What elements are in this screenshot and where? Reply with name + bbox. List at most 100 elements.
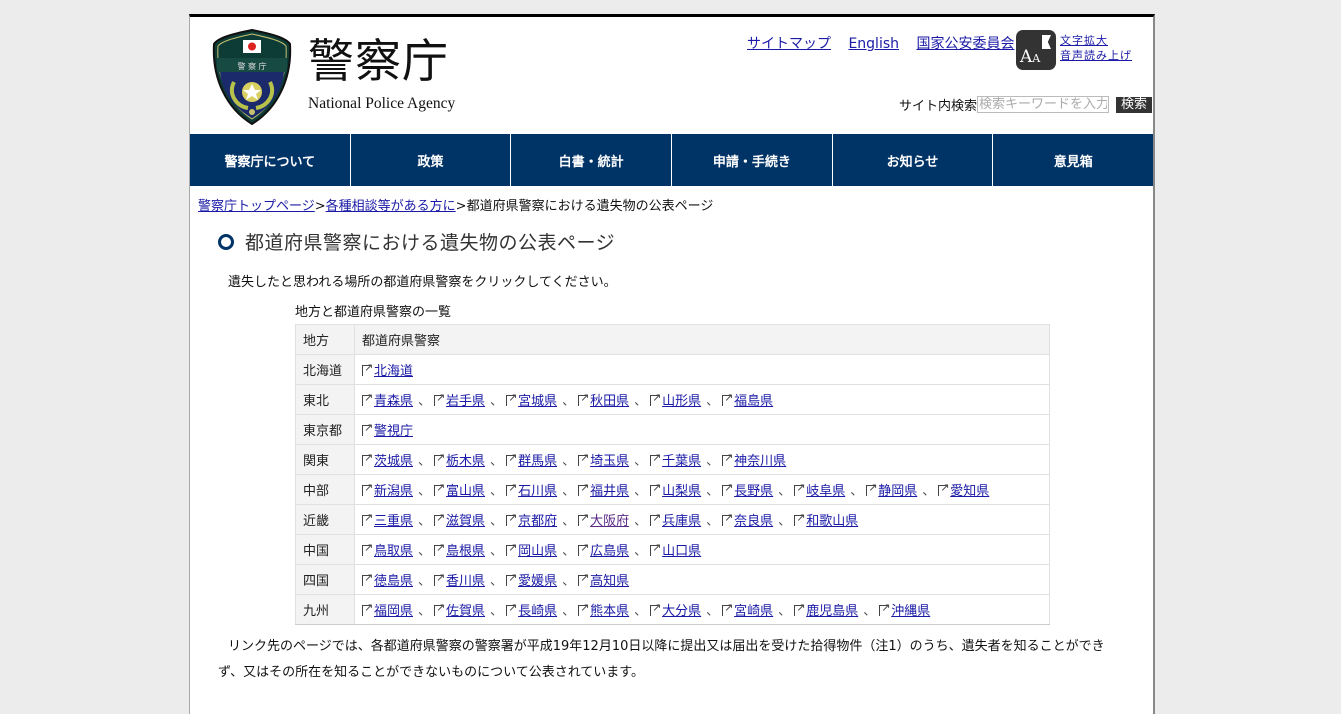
breadcrumb-separator: >: [455, 199, 467, 214]
prefecture-link[interactable]: 岐阜県: [806, 484, 845, 499]
nav-policy[interactable]: 政策: [351, 134, 512, 186]
list-separator: 、: [562, 514, 576, 529]
list-separator: 、: [634, 484, 648, 499]
circle-bullet-icon: [218, 233, 234, 250]
region-cell: 東京都: [295, 414, 355, 445]
external-link-icon: [578, 601, 589, 616]
sitemap-link[interactable]: サイトマップ: [747, 36, 831, 52]
external-link-icon: [578, 571, 589, 586]
prefecture-cell: 青森県、岩手県、宮城県、秋田県、山形県、福島県: [354, 384, 1050, 415]
prefecture-link[interactable]: 香川県: [446, 574, 485, 589]
table-row: 関東茨城県、栃木県、群馬県、埼玉県、千葉県、神奈川県: [295, 444, 1050, 475]
prefecture-link[interactable]: 北海道: [374, 364, 413, 379]
external-link-icon: [362, 421, 373, 436]
prefecture-link[interactable]: 和歌山県: [806, 514, 858, 529]
breadcrumb-consultation-link[interactable]: 各種相談等がある方に: [326, 199, 456, 214]
prefecture-link[interactable]: 大分県: [662, 604, 701, 619]
prefecture-link[interactable]: 広島県: [590, 544, 629, 559]
site-title[interactable]: 警察庁: [308, 34, 449, 88]
english-link[interactable]: English: [848, 36, 899, 52]
prefecture-cell: 北海道: [354, 354, 1050, 385]
prefecture-link[interactable]: 鹿児島県: [806, 604, 858, 619]
prefecture-link[interactable]: 栃木県: [446, 454, 485, 469]
prefecture-link[interactable]: 高知県: [590, 574, 629, 589]
prefecture-link[interactable]: 宮崎県: [734, 604, 773, 619]
text-resize-icon[interactable]: AA: [1016, 30, 1056, 70]
prefecture-link[interactable]: 山形県: [662, 394, 701, 409]
external-link-icon: [434, 541, 445, 556]
prefecture-link[interactable]: 宮城県: [518, 394, 557, 409]
page-heading: 都道府県警察における遺失物の公表ページ: [218, 228, 615, 255]
prefecture-link[interactable]: 長崎県: [518, 604, 557, 619]
list-separator: 、: [490, 544, 504, 559]
text-enlarge-link[interactable]: 文字拡大: [1060, 33, 1132, 48]
prefecture-link[interactable]: 静岡県: [878, 484, 917, 499]
prefecture-link[interactable]: 長野県: [734, 484, 773, 499]
table-row: 九州福岡県、佐賀県、長崎県、熊本県、大分県、宮崎県、鹿児島県、沖縄県: [295, 594, 1050, 625]
external-link-icon: [362, 571, 373, 586]
prefecture-link[interactable]: 新潟県: [374, 484, 413, 499]
list-separator: 、: [418, 514, 432, 529]
read-aloud-link[interactable]: 音声読み上げ: [1060, 48, 1132, 63]
list-separator: 、: [634, 544, 648, 559]
prefecture-link[interactable]: 滋賀県: [446, 514, 485, 529]
prefecture-link[interactable]: 奈良県: [734, 514, 773, 529]
prefecture-link[interactable]: 愛媛県: [518, 574, 557, 589]
external-link-icon: [650, 541, 661, 556]
prefecture-link[interactable]: 福岡県: [374, 604, 413, 619]
nav-about[interactable]: 警察庁について: [190, 134, 351, 186]
page-container: 警 察 庁 警察庁 National Police Agency サイトマップ …: [189, 14, 1155, 714]
list-separator: 、: [562, 454, 576, 469]
prefecture-link[interactable]: 神奈川県: [734, 454, 786, 469]
prefecture-link[interactable]: 鳥取県: [374, 544, 413, 559]
prefecture-link[interactable]: 福島県: [734, 394, 773, 409]
nav-news[interactable]: お知らせ: [833, 134, 994, 186]
prefecture-link[interactable]: 京都府: [518, 514, 557, 529]
prefecture-link[interactable]: 茨城県: [374, 454, 413, 469]
prefecture-link[interactable]: 三重県: [374, 514, 413, 529]
prefecture-link[interactable]: 岩手県: [446, 394, 485, 409]
prefecture-link[interactable]: 秋田県: [590, 394, 629, 409]
breadcrumb-top-link[interactable]: 警察庁トップページ: [198, 199, 315, 214]
external-link-icon: [722, 451, 733, 466]
prefecture-link[interactable]: 熊本県: [590, 604, 629, 619]
table-row: 中国鳥取県、島根県、岡山県、広島県、山口県: [295, 534, 1050, 565]
prefecture-link[interactable]: 沖縄県: [891, 604, 930, 619]
prefecture-link[interactable]: 千葉県: [662, 454, 701, 469]
prefecture-link[interactable]: 愛知県: [950, 484, 989, 499]
public-safety-commission-link[interactable]: 国家公安委員会: [916, 36, 1014, 52]
prefecture-link[interactable]: 群馬県: [518, 454, 557, 469]
nav-applications[interactable]: 申請・手続き: [672, 134, 833, 186]
external-link-icon: [722, 601, 733, 616]
table-caption: 地方と都道府県警察の一覧: [295, 305, 452, 320]
search-input[interactable]: [977, 96, 1110, 113]
list-separator: 、: [562, 544, 576, 559]
external-link-icon: [938, 481, 949, 496]
header-prefecture: 都道府県警察: [354, 324, 1050, 355]
nav-feedback[interactable]: 意見箱: [993, 134, 1153, 186]
page-title: 都道府県警察における遺失物の公表ページ: [245, 232, 616, 254]
search-button[interactable]: 検索: [1116, 96, 1153, 113]
region-cell: 北海道: [295, 354, 355, 385]
prefecture-link[interactable]: 富山県: [446, 484, 485, 499]
list-separator: 、: [562, 604, 576, 619]
prefecture-link[interactable]: 警視庁: [374, 424, 413, 439]
prefecture-link[interactable]: 埼玉県: [590, 454, 629, 469]
prefecture-link[interactable]: 島根県: [446, 544, 485, 559]
prefecture-link[interactable]: 石川県: [518, 484, 557, 499]
prefecture-cell: 新潟県、富山県、石川県、福井県、山梨県、長野県、岐阜県、静岡県、愛知県: [354, 474, 1050, 505]
external-link-icon: [506, 451, 517, 466]
prefecture-link[interactable]: 岡山県: [518, 544, 557, 559]
prefecture-link[interactable]: 徳島県: [374, 574, 413, 589]
prefecture-link[interactable]: 大阪府: [590, 514, 629, 529]
prefecture-cell: 徳島県、香川県、愛媛県、高知県: [354, 564, 1050, 595]
police-emblem-logo[interactable]: 警 察 庁: [212, 28, 292, 126]
main-nav: 警察庁について 政策 白書・統計 申請・手続き お知らせ 意見箱: [190, 134, 1153, 186]
prefecture-link[interactable]: 山口県: [662, 544, 701, 559]
nav-whitepaper-statistics[interactable]: 白書・統計: [511, 134, 673, 186]
prefecture-link[interactable]: 佐賀県: [446, 604, 485, 619]
prefecture-link[interactable]: 山梨県: [662, 484, 701, 499]
prefecture-link[interactable]: 福井県: [590, 484, 629, 499]
prefecture-link[interactable]: 兵庫県: [662, 514, 701, 529]
prefecture-link[interactable]: 青森県: [374, 394, 413, 409]
